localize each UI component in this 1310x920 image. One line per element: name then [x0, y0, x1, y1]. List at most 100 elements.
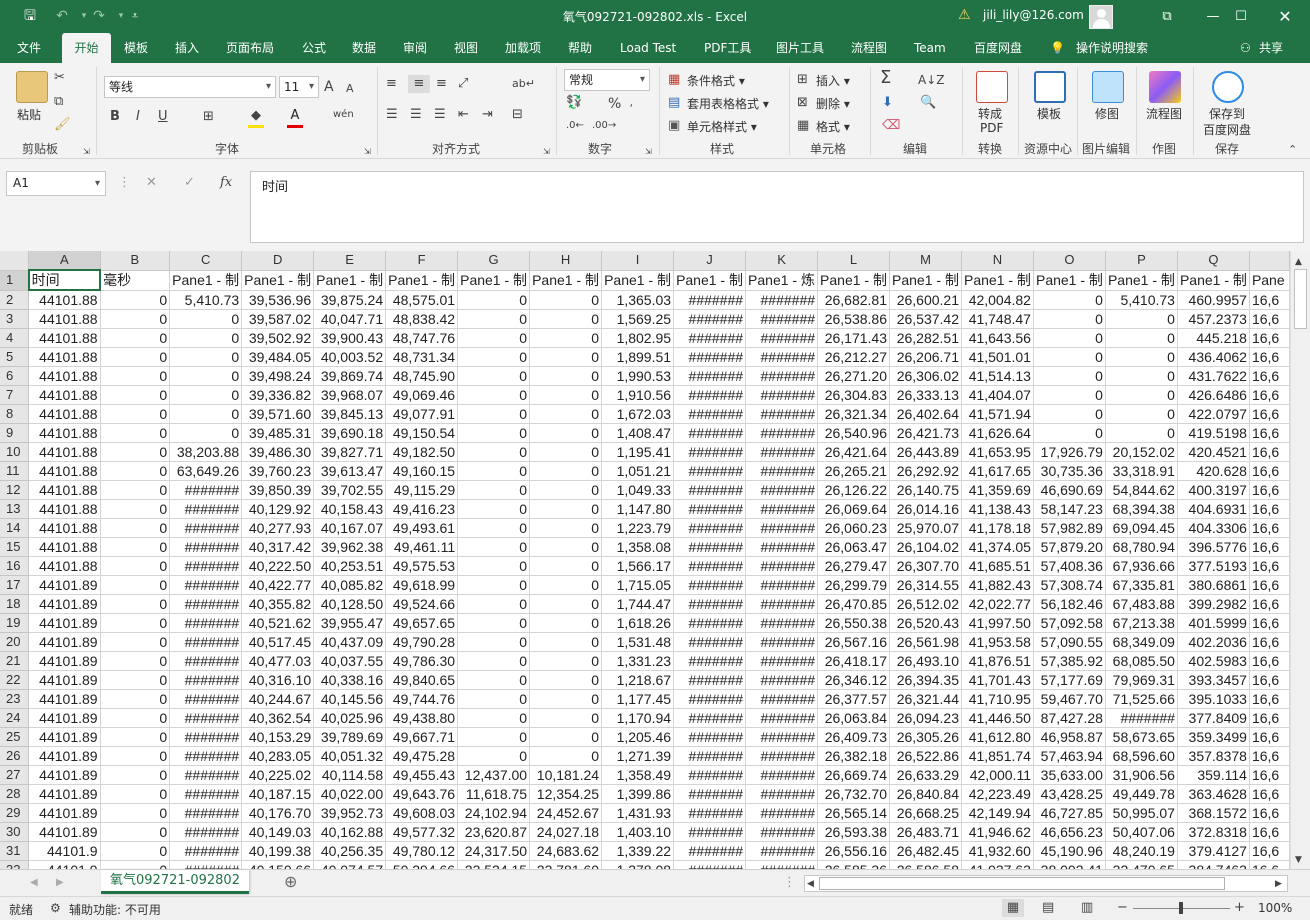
cell[interactable]: #######	[745, 860, 819, 869]
cell[interactable]: 44101.88	[28, 499, 101, 519]
cell[interactable]: Pane1 - 制	[889, 270, 962, 291]
tab-review[interactable]: 审阅	[403, 33, 427, 63]
cell[interactable]: 0	[100, 860, 171, 869]
column-header[interactable]: D	[241, 251, 315, 271]
cell[interactable]: Pane1 - 制	[457, 270, 531, 291]
cell[interactable]: 16,6	[1249, 328, 1290, 348]
cell[interactable]: 39,498.24	[241, 366, 315, 386]
cell[interactable]: 402.5983	[1177, 651, 1250, 671]
cell[interactable]: 40,037.55	[313, 651, 387, 671]
cell[interactable]: 26,537.42	[889, 309, 962, 329]
cell[interactable]: #######	[673, 632, 747, 652]
next-sheet-icon[interactable]: ▶	[56, 874, 64, 892]
cell[interactable]: 380.6861	[1177, 575, 1250, 595]
cell[interactable]: 26,418.17	[817, 651, 891, 671]
cell[interactable]: 1,331.23	[601, 651, 675, 671]
cell[interactable]: 0	[1105, 423, 1178, 443]
cell[interactable]: 402.2036	[1177, 632, 1250, 652]
cell[interactable]: 0	[529, 423, 603, 443]
cell[interactable]: 41,851.74	[961, 746, 1034, 766]
cell[interactable]: 44101.9	[28, 860, 101, 869]
cell[interactable]: 40,521.62	[241, 613, 315, 633]
cell[interactable]: 44101.89	[28, 651, 101, 671]
cell[interactable]: 1,339.22	[601, 841, 675, 861]
cell[interactable]: #######	[169, 689, 243, 709]
row-header[interactable]: 12	[0, 480, 30, 500]
row-header[interactable]: 5	[0, 347, 30, 367]
cell[interactable]: 41,882.43	[961, 575, 1034, 595]
save-to-baidu-label1[interactable]: 保存到	[1209, 105, 1245, 122]
cell[interactable]: 1,672.03	[601, 404, 675, 424]
cell[interactable]: 58,147.23	[1033, 499, 1106, 519]
row-header[interactable]: 30	[0, 822, 30, 842]
cell[interactable]: 49,461.11	[385, 537, 459, 557]
cell[interactable]: 39,690.18	[313, 423, 387, 443]
row-header[interactable]: 29	[0, 803, 30, 823]
cell[interactable]: 39,955.47	[313, 613, 387, 633]
cell[interactable]: 0	[457, 366, 531, 386]
cell[interactable]: 49,786.30	[385, 651, 459, 671]
cell[interactable]: #######	[169, 803, 243, 823]
cell[interactable]: 41,876.51	[961, 651, 1034, 671]
cell[interactable]: 0	[1105, 309, 1178, 329]
cell[interactable]: 0	[457, 404, 531, 424]
cell-styles-button[interactable]: 单元格样式 ▾	[687, 118, 757, 135]
cell[interactable]: 1,899.51	[601, 347, 675, 367]
cell[interactable]: 26,063.47	[817, 537, 891, 557]
cell[interactable]: 1,531.48	[601, 632, 675, 652]
cell[interactable]: 26,540.96	[817, 423, 891, 443]
cell[interactable]: #######	[673, 746, 747, 766]
row-header[interactable]: 8	[0, 404, 30, 424]
cell[interactable]: 0	[457, 632, 531, 652]
to-pdf-label2[interactable]: PDF	[980, 121, 1003, 135]
cell[interactable]: 40,283.05	[241, 746, 315, 766]
cell[interactable]: 87,427.28	[1033, 708, 1106, 728]
cell[interactable]: 0	[169, 347, 243, 367]
cell[interactable]: 68,349.09	[1105, 632, 1178, 652]
cell[interactable]: #######	[169, 727, 243, 747]
cell[interactable]: 44101.89	[28, 765, 101, 785]
save-to-baidu-label2[interactable]: 百度网盘	[1203, 121, 1251, 138]
tab-home[interactable]: 开始	[62, 33, 111, 63]
cell[interactable]: 1,399.86	[601, 784, 675, 804]
cell[interactable]: 40,114.58	[313, 765, 387, 785]
cell[interactable]: 42,000.11	[961, 765, 1034, 785]
cell[interactable]: 0	[169, 366, 243, 386]
cell[interactable]: Pane1 - 制	[601, 270, 675, 291]
cell[interactable]: #######	[673, 537, 747, 557]
horizontal-scrollbar[interactable]: ◀ ▶	[804, 875, 1288, 892]
cell[interactable]: 49,115.29	[385, 480, 459, 500]
cell[interactable]: 26,633.29	[889, 765, 962, 785]
cell[interactable]: 0	[529, 347, 603, 367]
tab-load-test[interactable]: Load Test	[620, 33, 676, 63]
row-header[interactable]: 20	[0, 632, 30, 652]
cell[interactable]: 16,6	[1249, 670, 1290, 690]
cell[interactable]: 48,240.19	[1105, 841, 1178, 861]
cell[interactable]: 46,958.87	[1033, 727, 1106, 747]
name-box[interactable]: A1	[6, 171, 106, 196]
cell[interactable]: 41,514.13	[961, 366, 1034, 386]
decrease-decimal-icon[interactable]: .00→	[592, 117, 616, 135]
cell[interactable]: 26,668.25	[889, 803, 962, 823]
cell[interactable]: 0	[529, 328, 603, 348]
row-header[interactable]: 10	[0, 442, 30, 462]
cell[interactable]: 16,6	[1249, 708, 1290, 728]
cell[interactable]: #######	[169, 556, 243, 576]
cell[interactable]: 38,203.88	[169, 442, 243, 462]
cell[interactable]: 16,6	[1249, 594, 1290, 614]
format-as-table-button[interactable]: 套用表格格式 ▾	[687, 95, 769, 112]
cell[interactable]: 16,6	[1249, 575, 1290, 595]
cell[interactable]: #######	[745, 765, 819, 785]
paste-icon[interactable]	[16, 71, 48, 103]
cell[interactable]: #######	[745, 556, 819, 576]
row-header[interactable]: 25	[0, 727, 30, 747]
cell[interactable]: 0	[529, 670, 603, 690]
cell[interactable]: 431.7622	[1177, 366, 1250, 386]
cancel-icon[interactable]: ✕	[146, 174, 157, 192]
cell[interactable]: 0	[100, 670, 171, 690]
cell[interactable]: 26,732.70	[817, 784, 891, 804]
cell[interactable]: 41,997.50	[961, 613, 1034, 633]
vertical-scroll-thumb[interactable]	[1294, 269, 1307, 329]
comma-style-icon[interactable]: ⸴	[630, 95, 633, 113]
zoom-slider-thumb[interactable]	[1179, 902, 1183, 914]
